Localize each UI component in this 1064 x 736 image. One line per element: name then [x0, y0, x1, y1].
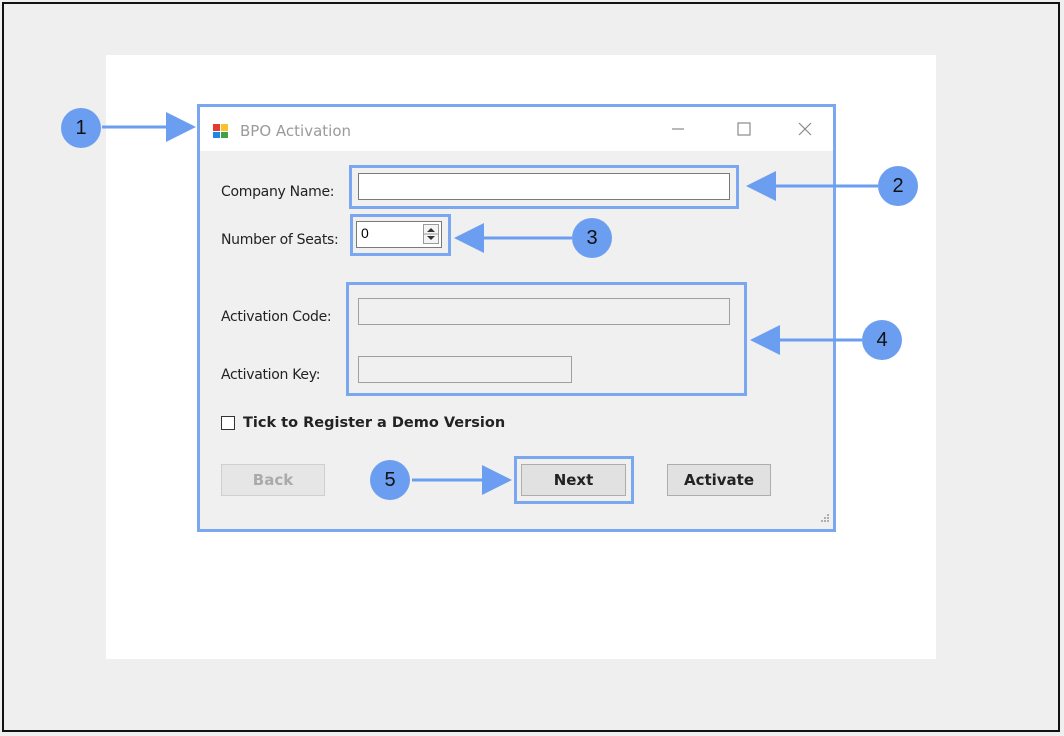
- callout-2: 2: [878, 166, 918, 206]
- callout-4: 4: [862, 320, 902, 360]
- callout-arrows: [102, 112, 878, 495]
- callout-3: 3: [572, 218, 612, 258]
- callout-5: 5: [370, 460, 410, 500]
- callout-1: 1: [61, 108, 101, 148]
